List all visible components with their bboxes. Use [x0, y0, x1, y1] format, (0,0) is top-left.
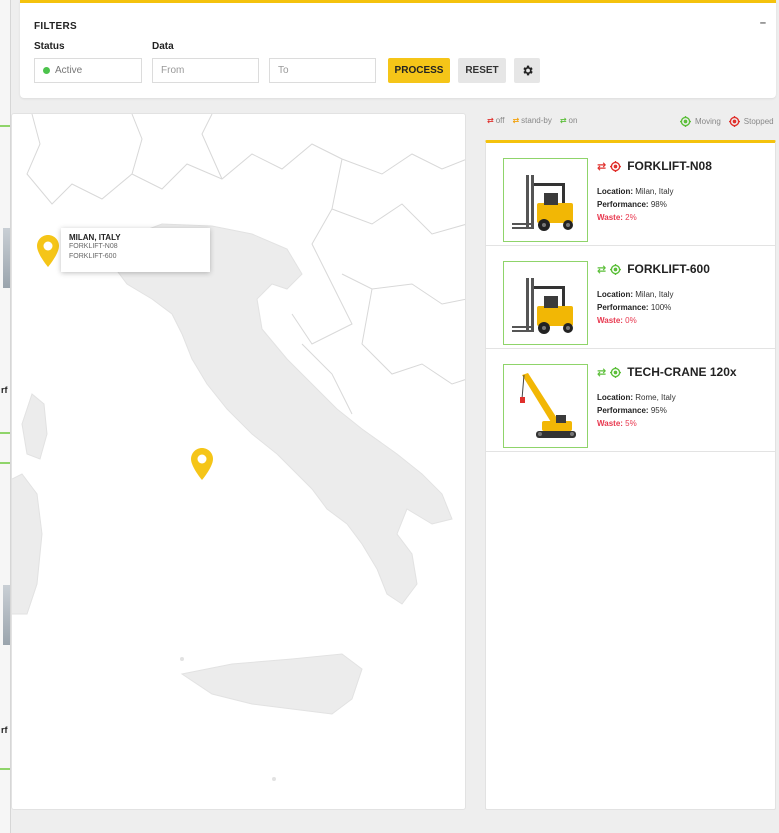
map-pin-milan[interactable] [37, 235, 59, 272]
machine-info: Location: Milan, Italy Performance: 98% … [597, 185, 673, 224]
standby-status-icon: ⇄ [512, 116, 520, 125]
status-legend: ⇄ off ⇄ stand-by ⇄ on [487, 116, 585, 125]
tooltip-line: FORKLIFT-600 [69, 253, 117, 260]
machine-list-item[interactable]: ⇄ TECH-CRANE 120x Location: Rome, Italy … [486, 349, 775, 452]
machine-thumb-clipped [3, 585, 10, 645]
on-status-icon: ⇄ [559, 116, 567, 125]
forklift-image [512, 175, 573, 231]
off-status-icon: ⇄ [597, 160, 607, 173]
clipped-text: rf [1, 385, 8, 395]
machine-name: FORKLIFT-600 [627, 262, 710, 276]
legend-stopped-label: Stopped [743, 117, 774, 126]
on-status-icon: ⇄ [597, 263, 607, 276]
performance-label: Performance: [597, 406, 649, 415]
machine-name: FORKLIFT-N08 [627, 159, 712, 173]
machine-thumbnail [503, 261, 588, 345]
legend-on-label: on [568, 116, 578, 125]
performance-label: Performance: [597, 200, 649, 209]
machine-title: ⇄ TECH-CRANE 120x [597, 365, 737, 379]
machine-list: ⇄ FORKLIFT-N08 Location: Milan, Italy Pe… [485, 140, 776, 810]
status-label: Status [34, 41, 65, 52]
crane-image [520, 373, 576, 438]
machine-thumbnail [503, 158, 588, 242]
motion-legend: Moving Stopped [680, 116, 776, 127]
location-label: Location: [597, 393, 633, 402]
machine-title: ⇄ FORKLIFT-600 [597, 262, 710, 276]
location-value: Milan, Italy [635, 290, 674, 299]
collapse-button[interactable]: – [760, 17, 766, 29]
gear-icon [522, 65, 533, 76]
waste-value: 0% [625, 316, 637, 325]
map-tooltip: MILAN, ITALY FORKLIFT-N08 FORKLIFT-600 [61, 228, 210, 272]
performance-label: Performance: [597, 303, 649, 312]
tooltip-title: MILAN, ITALY [69, 233, 121, 242]
waste-label: Waste: [597, 213, 623, 222]
performance-value: 95% [650, 406, 667, 415]
waste-label: Waste: [597, 419, 623, 428]
on-status-icon: ⇄ [597, 366, 607, 379]
machine-title: ⇄ FORKLIFT-N08 [597, 159, 712, 173]
moving-target-icon [610, 263, 622, 275]
stopped-target-icon [610, 160, 622, 172]
legend-off-label: off [495, 116, 505, 125]
machine-list-item[interactable]: ⇄ FORKLIFT-600 Location: Milan, Italy Pe… [486, 246, 775, 349]
status-bar [0, 462, 10, 464]
moving-target-icon [610, 366, 622, 378]
clipped-text: rf [1, 725, 8, 735]
location-value: Rome, Italy [635, 393, 676, 402]
data-label: Data [152, 41, 174, 52]
to-date-input[interactable]: To [269, 58, 376, 83]
left-sidebar-clipped: rf rf [0, 0, 11, 833]
machine-list-item[interactable]: ⇄ FORKLIFT-N08 Location: Milan, Italy Pe… [486, 143, 775, 246]
status-value: Active [55, 65, 83, 76]
forklift-image [512, 278, 573, 334]
location-pin-icon [37, 235, 59, 267]
status-bar [0, 768, 10, 770]
performance-value: 98% [650, 200, 667, 209]
legend-moving-label: Moving [695, 117, 721, 126]
location-label: Location: [597, 290, 633, 299]
machine-info: Location: Milan, Italy Performance: 100%… [597, 288, 673, 327]
waste-value: 5% [625, 419, 637, 428]
italy-map [12, 114, 465, 781]
machine-name: TECH-CRANE 120x [627, 365, 737, 379]
waste-value: 2% [625, 213, 637, 222]
location-label: Location: [597, 187, 633, 196]
location-pin-icon [191, 448, 213, 480]
performance-value: 100% [650, 303, 672, 312]
process-button[interactable]: PROCESS [388, 58, 450, 83]
filters-panel: FILTERS – Status Data Active From To PRO… [20, 0, 776, 98]
active-status-dot [43, 67, 50, 74]
from-placeholder: From [161, 65, 185, 76]
machine-thumbnail [503, 364, 588, 448]
status-bar [0, 432, 10, 434]
status-bar [0, 125, 10, 127]
to-placeholder: To [278, 65, 289, 76]
moving-target-icon [680, 116, 691, 127]
filters-title: FILTERS [34, 21, 78, 32]
stopped-target-icon [728, 116, 740, 127]
machine-info: Location: Rome, Italy Performance: 95% W… [597, 391, 676, 430]
tooltip-line: FORKLIFT-N08 [69, 243, 118, 250]
reset-button[interactable]: RESET [458, 58, 506, 83]
off-status-icon: ⇄ [487, 116, 494, 125]
legend-standby-label: stand-by [521, 116, 552, 125]
location-value: Milan, Italy [635, 187, 674, 196]
machine-thumb-clipped [3, 228, 10, 288]
from-date-input[interactable]: From [152, 58, 259, 83]
map-area[interactable]: MILAN, ITALY FORKLIFT-N08 FORKLIFT-600 [11, 113, 466, 810]
settings-button[interactable] [514, 58, 540, 83]
map-pin-rome[interactable] [191, 448, 213, 485]
waste-label: Waste: [597, 316, 623, 325]
status-select[interactable]: Active [34, 58, 142, 83]
